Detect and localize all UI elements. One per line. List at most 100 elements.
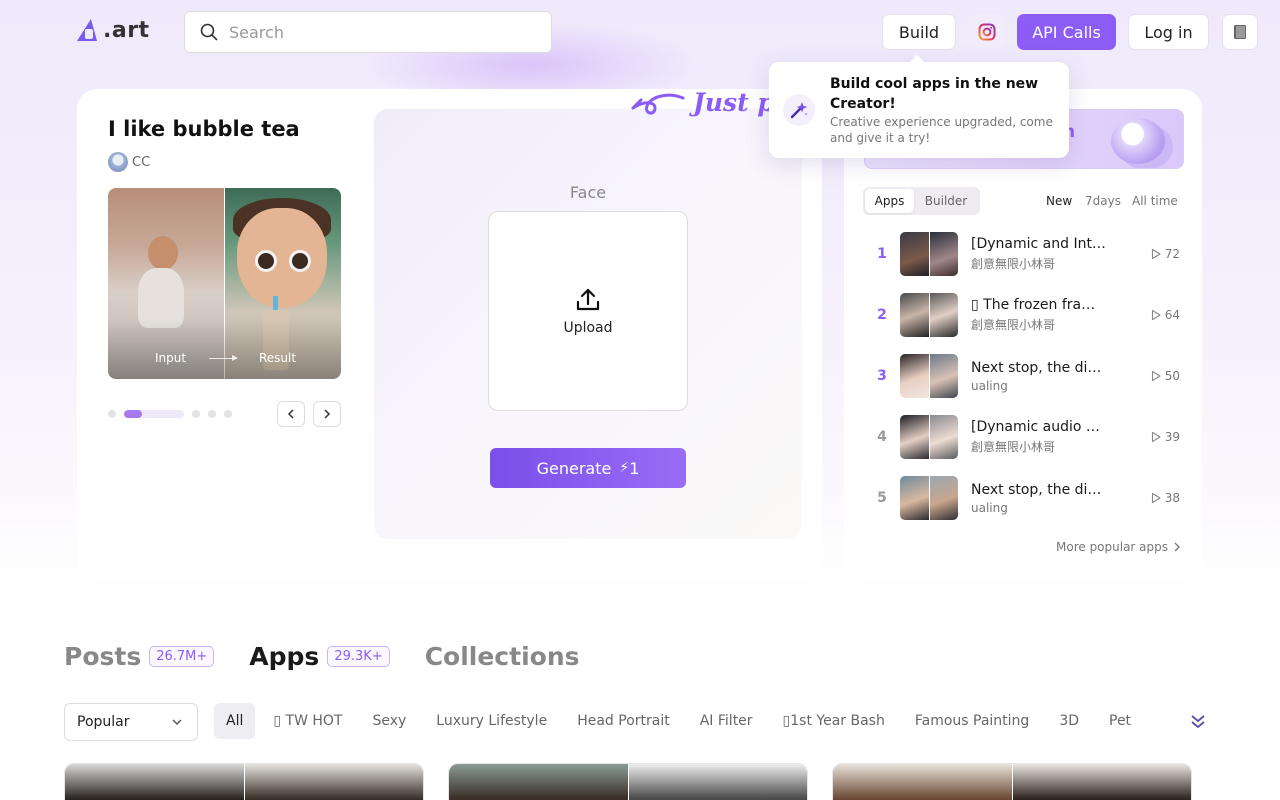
carousel-indicator [108,410,240,418]
chip-pet[interactable]: Pet [1097,703,1143,739]
app-thumbnail [900,354,958,398]
login-button[interactable]: Log in [1128,14,1209,50]
arrow-right-icon [209,355,238,361]
sort-value: Popular [77,714,130,730]
magic-wand-icon [783,94,815,126]
play-count-value: 64 [1164,308,1180,322]
logo-text: .art [103,17,150,43]
just-hint: Just p [629,82,775,122]
search-input[interactable] [229,22,529,42]
play-icon [1151,492,1161,504]
chip-famous-painting[interactable]: Famous Painting [903,703,1041,739]
generate-button[interactable]: Generate ⚡ 1 [490,448,686,488]
app-title: [Dynamic audio … [971,419,1100,435]
play-count: 64 [1150,308,1180,322]
rank-number: 5 [877,490,887,506]
chip-tw-hot[interactable]: ▯ TW HOT [261,703,354,739]
sort-select[interactable]: Popular [64,703,198,741]
chevron-right-icon [324,409,331,419]
carousel-dot[interactable] [208,410,216,418]
author-avatar [108,152,128,172]
play-count: 39 [1150,430,1180,444]
chip-ai-filter[interactable]: AI Filter [688,703,765,739]
filter-new[interactable]: New [1046,194,1072,208]
preview-result-label: Result [259,351,297,365]
play-count-value: 50 [1164,369,1180,383]
tab-apps[interactable]: Apps [249,642,319,671]
ranking-row[interactable]: 3 Next stop, the di… ualing 50 [864,353,1184,399]
app-author[interactable]: CC [108,152,150,172]
creator-tooltip[interactable]: Build cool apps in the new Creator! Crea… [769,55,1069,158]
chip-3d[interactable]: 3D [1047,703,1091,739]
upload-label: Upload [563,320,613,336]
play-icon [1151,370,1161,382]
docs-button[interactable] [1222,14,1258,50]
play-count: 38 [1150,491,1180,505]
chip-head-portrait[interactable]: Head Portrait [565,703,682,739]
tab-apps[interactable]: Apps [865,189,914,213]
carousel-dot[interactable] [224,410,232,418]
chevron-down-icon [172,719,182,725]
tooltip-description: Creative experience upgraded, come and g… [830,115,1053,145]
chip-sexy[interactable]: Sexy [360,703,418,739]
tab-builder[interactable]: Builder [914,189,978,213]
upload-icon [576,288,600,311]
lightning-icon: ⚡ [619,460,630,476]
filter-7days[interactable]: 7days [1085,194,1121,208]
ranking-row[interactable]: 4 [Dynamic audio … 創意無限小林哥 39 [864,414,1184,460]
rank-number: 4 [877,429,887,445]
carousel-dot-active[interactable] [124,410,184,418]
ranking-panel: n Apps Builder New 7days All time 1 [Dyn… [844,89,1202,579]
app-thumbnail [900,232,958,276]
chevron-right-icon [1174,542,1180,552]
carousel-dot[interactable] [108,410,116,418]
rank-number: 3 [877,368,887,384]
ranking-row[interactable]: 2 ▯ The frozen fra… 創意無限小林哥 64 [864,292,1184,338]
category-chips: All ▯ TW HOT Sexy Luxury Lifestyle Head … [214,703,1149,739]
tab-posts[interactable]: Posts [64,642,141,671]
build-button[interactable]: Build [882,14,956,50]
filter-all-time[interactable]: All time [1132,194,1178,208]
play-count: 50 [1150,369,1180,383]
chip-luxury-lifestyle[interactable]: Luxury Lifestyle [424,703,559,739]
more-popular-apps-link[interactable]: More popular apps [1056,540,1182,554]
expand-categories-icon[interactable] [1188,712,1208,732]
api-calls-button[interactable]: API Calls [1017,14,1116,50]
book-icon [1234,25,1246,39]
app-author: 創意無限小林哥 [971,318,1056,332]
face-label: Face [569,183,607,202]
play-count: 72 [1150,247,1180,261]
carousel-dot[interactable] [192,410,200,418]
chevron-left-icon [287,409,294,419]
tooltip-title: Build cool apps in the new Creator! [830,76,1039,112]
play-icon [1151,431,1161,443]
carousel-next-button[interactable] [313,401,341,427]
play-icon [1151,248,1161,260]
face-upload-area[interactable]: Upload [488,211,688,411]
app-title: ▯ The frozen fra… [971,297,1096,313]
ranking-row[interactable]: 5 Next stop, the di… ualing 38 [864,475,1184,521]
search-box[interactable] [184,11,552,53]
app-card[interactable] [448,763,808,800]
posts-count-badge: 26.7M+ [149,646,215,667]
app-card[interactable] [64,763,424,800]
app-author: ualing [971,500,1008,515]
app-title: Next stop, the di… [971,481,1102,498]
instagram-button[interactable] [969,14,1005,50]
chip-1st-year-bash[interactable]: ▯1st Year Bash [771,703,897,739]
chip-all[interactable]: All [214,703,256,739]
play-count-value: 72 [1164,247,1180,261]
rank-number: 1 [877,246,887,262]
more-label: More popular apps [1056,540,1169,554]
ranking-row[interactable]: 1 [Dynamic and Int… 創意無限小林哥 72 [864,231,1184,277]
site-logo[interactable]: .art [77,16,150,44]
tab-collections[interactable]: Collections [425,642,580,671]
app-author: 創意無限小林哥 [971,440,1056,454]
preview-input-label: Input [155,351,187,365]
app-card[interactable] [832,763,1192,800]
app-author: 創意無限小林哥 [971,257,1056,271]
preview-image: Input Result [108,188,341,379]
app-workspace: Face Upload Generate ⚡ 1 [374,109,802,539]
carousel-prev-button[interactable] [277,401,305,427]
instagram-icon [978,23,996,41]
